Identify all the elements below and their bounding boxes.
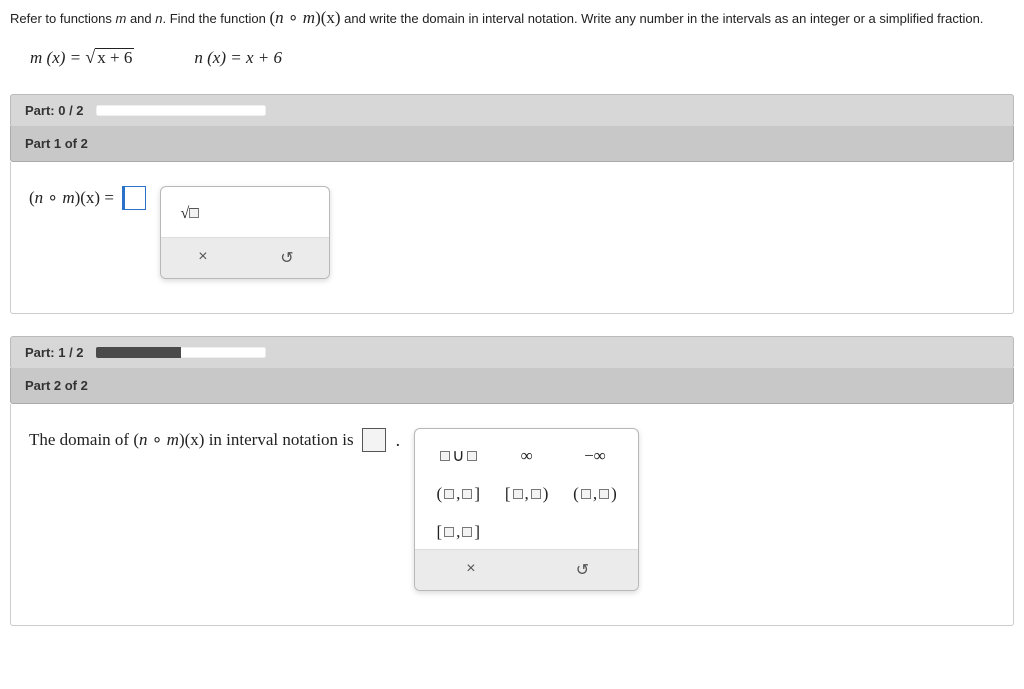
comp-n: n: [275, 8, 284, 27]
progress-label-0: Part: 0 / 2: [25, 103, 84, 118]
p2-period: .: [394, 430, 401, 451]
part-1-panel: (n ∘ m)(x) = √ × ↺: [10, 162, 1014, 314]
part-2-header: Part 2 of 2: [10, 368, 1014, 404]
tool-closed-closed-button[interactable]: [,]: [437, 521, 481, 543]
tool-clear-button[interactable]: ×: [161, 238, 245, 278]
part-1-header: Part 1 of 2: [10, 126, 1014, 162]
p1-n: n: [35, 188, 44, 207]
func-n: n (x) = x + 6: [194, 48, 282, 68]
p2-text-a: The domain of: [29, 430, 133, 449]
tool-open-closed-button[interactable]: (,]: [437, 483, 481, 505]
p2-circ: ∘: [148, 430, 167, 449]
tool-infinity-button[interactable]: ∞: [521, 445, 533, 467]
q-text-c: . Find the function: [163, 11, 270, 26]
p1-m: m: [62, 188, 74, 207]
q-var-m: m: [116, 11, 127, 26]
tool-open-open-button[interactable]: (,): [573, 483, 617, 505]
part2-answer-input[interactable]: [362, 428, 386, 452]
progress-track-1: [96, 347, 266, 358]
tool2-clear-button[interactable]: ×: [415, 550, 527, 590]
p1-circ: ∘: [43, 188, 62, 207]
func-m-arg: x + 6: [95, 48, 134, 66]
progress-label-1: Part: 1 / 2: [25, 345, 84, 360]
tool-sqrt-sym: √: [181, 205, 190, 223]
comp-m: m: [303, 8, 315, 27]
tool-neg-infinity-button[interactable]: −∞: [584, 445, 606, 467]
function-definitions: m (x) = √x + 6 n (x) = x + 6: [10, 40, 1014, 88]
progress-bar-1: Part: 1 / 2: [10, 336, 1014, 369]
part2-tool-popup: ∪ ∞ −∞ (,] [,) (,) [,] × ↺: [414, 428, 639, 591]
p2-n: n: [139, 430, 148, 449]
p2-close: )(x): [179, 430, 204, 449]
p2-text-b: in interval notation is: [204, 430, 353, 449]
p2-m: m: [167, 430, 179, 449]
p1-close: )(x) =: [75, 188, 114, 207]
progress-bar-0: Part: 0 / 2: [10, 94, 1014, 127]
comp-close: )(x): [315, 8, 340, 27]
progress-track-0: [96, 105, 266, 116]
q-text-d: and write the domain in interval notatio…: [341, 11, 984, 26]
part1-expression: (n ∘ m)(x) =: [29, 186, 146, 210]
comp-circ: ∘: [284, 8, 303, 27]
part1-answer-input[interactable]: [122, 186, 146, 210]
sqrt-icon: √: [85, 48, 95, 66]
part-2-panel: The domain of (n ∘ m)(x) in interval not…: [10, 404, 1014, 626]
func-m-left: m (x) =: [30, 48, 85, 67]
q-text-b: and: [126, 11, 155, 26]
tool-undo-button[interactable]: ↺: [245, 238, 329, 278]
part2-expression: The domain of (n ∘ m)(x) in interval not…: [29, 428, 400, 452]
tool-closed-open-button[interactable]: [,): [505, 483, 549, 505]
tool-sqrt-button[interactable]: √: [175, 201, 205, 227]
func-m: m (x) = √x + 6: [30, 48, 134, 68]
q-text-a: Refer to functions: [10, 11, 116, 26]
tool2-undo-button[interactable]: ↺: [527, 550, 639, 590]
part1-tool-popup: √ × ↺: [160, 186, 330, 279]
question-text: Refer to functions m and n. Find the fun…: [10, 8, 1014, 28]
q-var-n: n: [155, 11, 162, 26]
tool-union-button[interactable]: ∪: [440, 445, 476, 467]
